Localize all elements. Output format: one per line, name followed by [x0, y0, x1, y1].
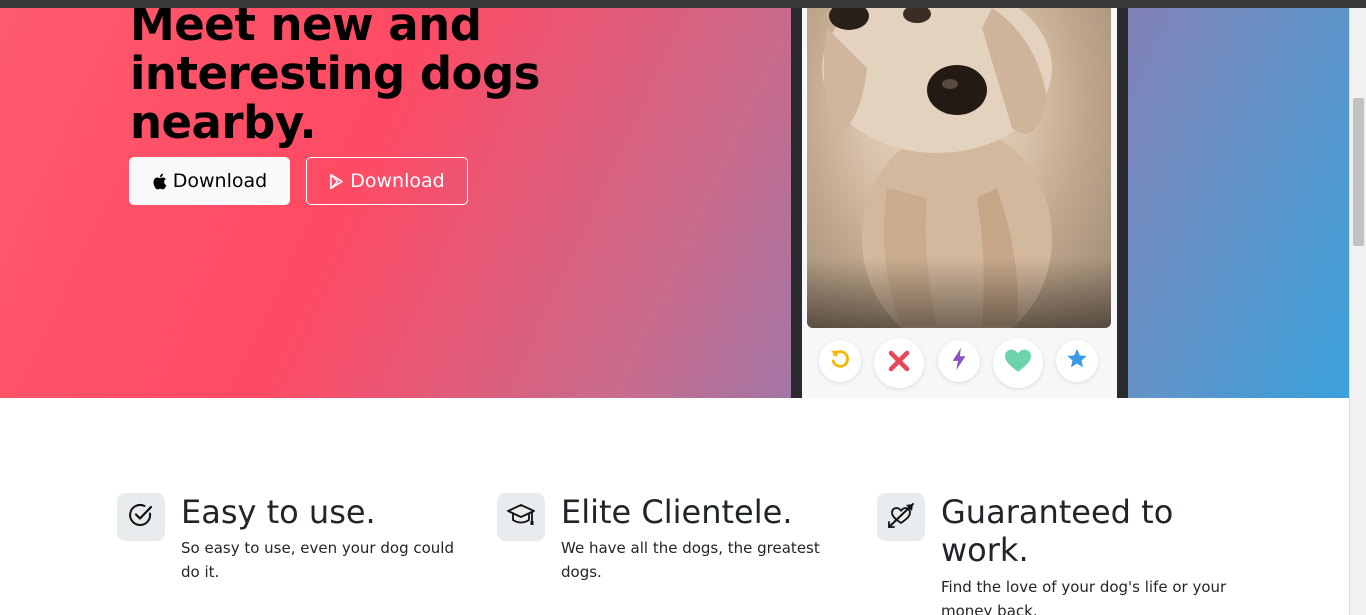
close-icon — [887, 349, 911, 378]
photo-shadow — [807, 258, 1111, 328]
google-play-icon — [329, 173, 344, 190]
feature-title: Guaranteed to work. — [941, 493, 1174, 569]
lightning-icon — [951, 347, 967, 375]
heart-icon — [1005, 349, 1031, 378]
feature-icon-box — [117, 493, 165, 541]
app-store-download-button[interactable]: Download — [129, 157, 290, 205]
features-section: Easy to use. So easy to use, even your d… — [0, 398, 1349, 615]
feature-icon-box — [497, 493, 545, 541]
graduation-cap-icon — [506, 502, 536, 533]
dislike-button[interactable] — [874, 338, 924, 388]
super-like-button[interactable] — [1056, 340, 1098, 382]
hero-section: Meet new and interesting dogs nearby. Do… — [0, 8, 1349, 398]
scrollbar-thumb[interactable] — [1353, 98, 1364, 246]
feature-title: Elite Clientele. — [561, 493, 793, 531]
page-scrollbar[interactable] — [1349, 8, 1366, 615]
feature-text: We have all the dogs, the greatest dogs. — [561, 539, 820, 581]
undo-button[interactable] — [819, 340, 861, 382]
google-play-button-label: Download — [350, 170, 445, 192]
google-play-download-button[interactable]: Download — [306, 157, 468, 205]
feature-text: So easy to use, even your dog could do i… — [181, 539, 454, 581]
feature-title: Easy to use. — [181, 493, 376, 531]
browser-top-bar — [0, 0, 1366, 8]
app-store-button-label: Download — [172, 170, 268, 192]
heart-arrow-icon — [886, 501, 916, 534]
feature-text: Find the love of your dog's life or your… — [941, 578, 1227, 615]
boost-button[interactable] — [938, 340, 980, 382]
like-button[interactable] — [993, 338, 1043, 388]
undo-icon — [829, 348, 851, 375]
hero-headline: Meet new and interesting dogs nearby. — [130, 8, 540, 149]
dog-profile-photo — [807, 8, 1111, 328]
apple-icon — [152, 173, 167, 190]
star-icon — [1066, 348, 1088, 375]
feature-icon-box — [877, 493, 925, 541]
check-circle-icon — [128, 502, 154, 533]
phone-screen — [802, 8, 1117, 398]
phone-mockup — [791, 8, 1128, 398]
